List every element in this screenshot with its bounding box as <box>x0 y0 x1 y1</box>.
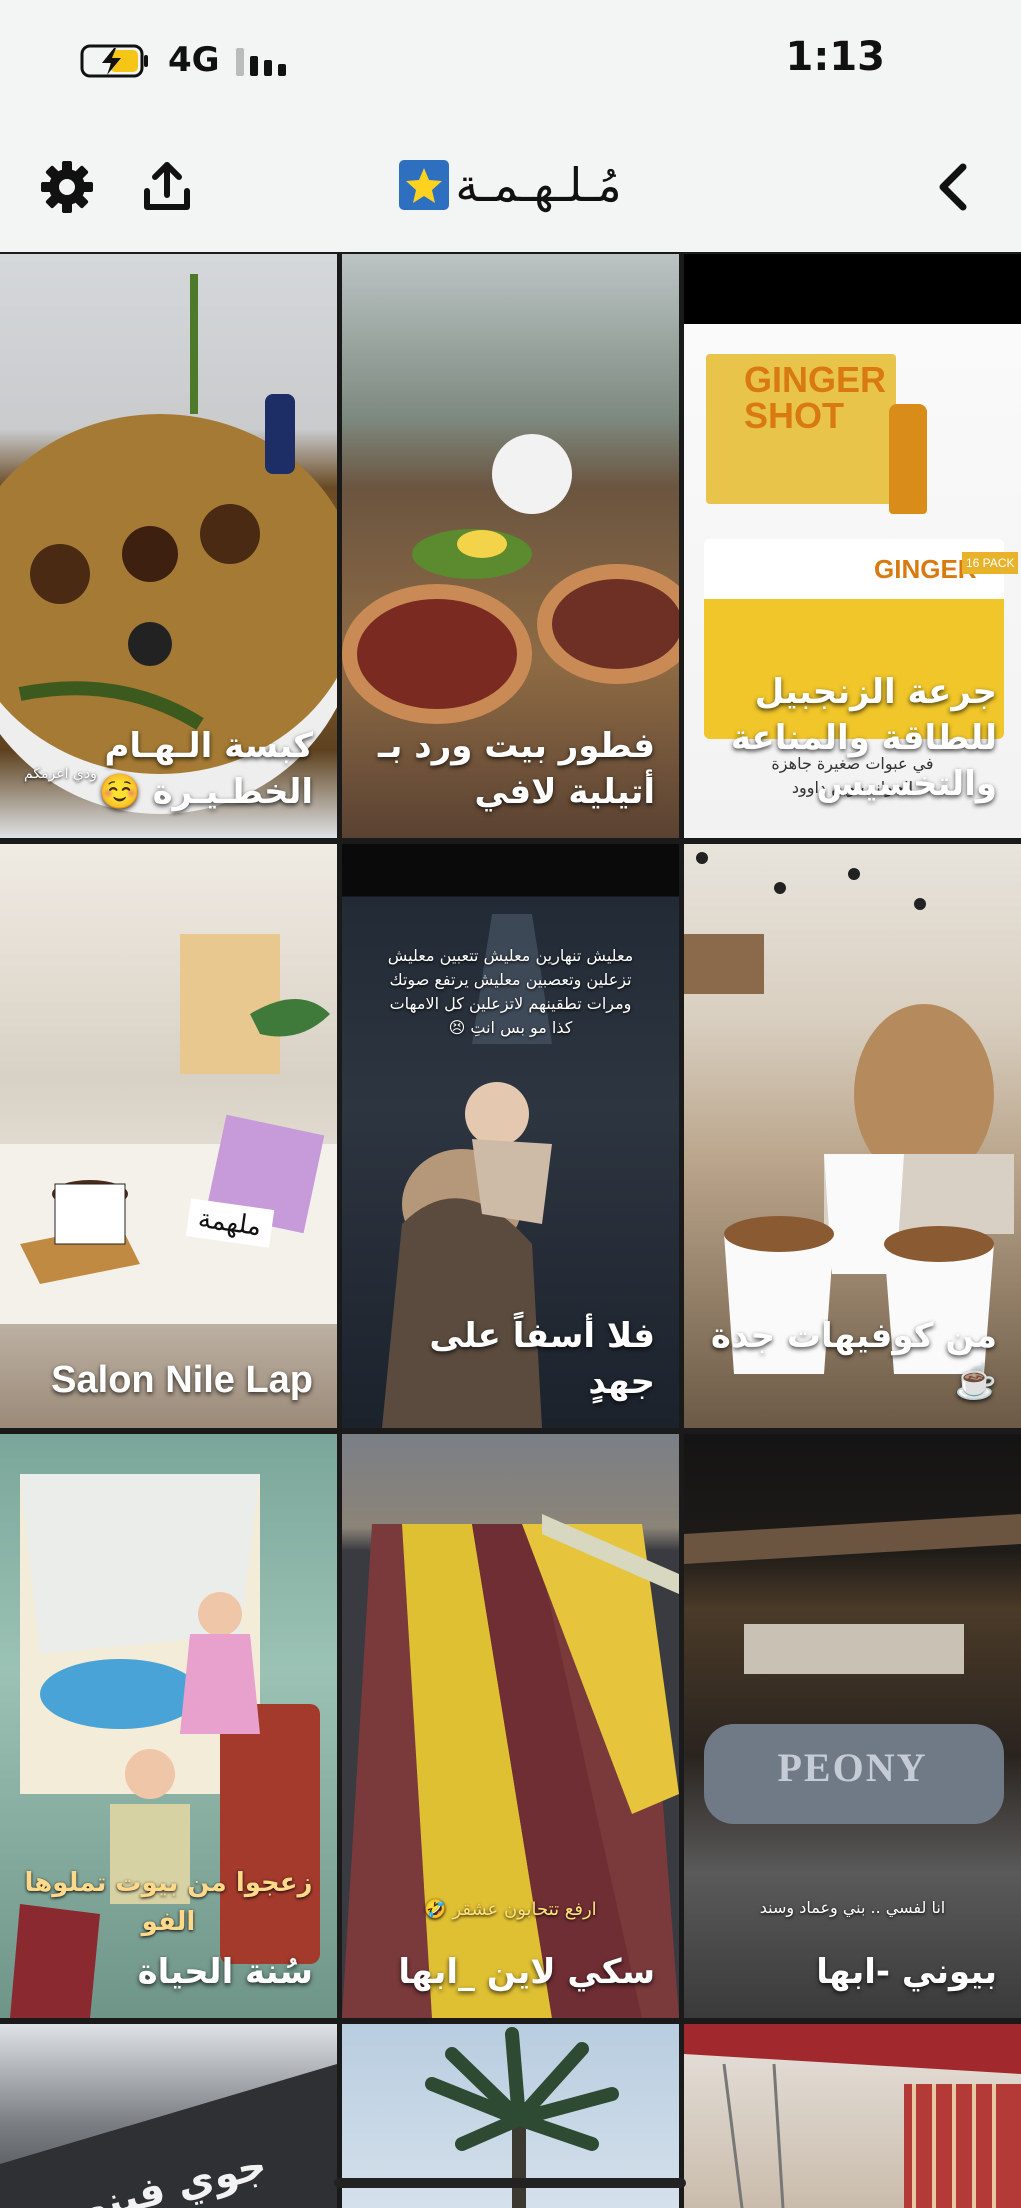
story-title: مُـلـهـمـة <box>0 150 1021 220</box>
home-indicator[interactable] <box>334 2178 686 2188</box>
product-badge: 16 PACK <box>962 552 1019 574</box>
cafe-sign: PEONY <box>777 1745 928 1790</box>
story-tile-ginger-shot[interactable]: GINGER SHOT GINGER 16 PACK في عبوات صغير… <box>684 254 1021 838</box>
back-button[interactable] <box>918 152 988 222</box>
signal-icon <box>236 48 286 76</box>
story-tile-salon[interactable]: ملهمة Salon Nile Lap <box>0 844 337 1428</box>
tile-caption: كبسة الـهـام الخطـيـرة ☺️ <box>98 726 313 813</box>
story-tile-jeddah-coffee[interactable]: من كوفيهات جدة ☕️ <box>684 844 1021 1428</box>
tile-caption: من كوفيهات جدة ☕️ <box>710 1316 997 1403</box>
story-tile-kabsa[interactable]: ودي اعزمكم كبسة الـهـام الخطـيـرة ☺️ <box>0 254 337 838</box>
tile-overlay-text: انا لفسي .. بني وعماد وسند <box>759 1898 946 1917</box>
tile-caption: فلا أسفاً على جهدٍ <box>429 1316 655 1403</box>
product-title: GINGER SHOT <box>744 359 887 436</box>
story-tile-mother[interactable]: معليش تنهارين معليش تتعبين معليش تزعلين … <box>342 844 679 1428</box>
tile-overlay-text: ارفع تتحابون عشقر 🤣 <box>424 1899 597 1920</box>
tile-caption: سُنة الحياة <box>137 1952 313 1993</box>
story-tile-breakfast[interactable]: فطور بيت ورد بـ أتيلية لافي <box>342 254 679 838</box>
slide-image <box>342 1514 679 2018</box>
tile-caption: بيوني -ابها <box>816 1952 997 1993</box>
star-icon <box>399 160 450 210</box>
story-tile-joy-fino[interactable]: جوي فينو <box>0 2024 337 2208</box>
product-bottle <box>889 404 927 514</box>
cafe-interior-image <box>0 934 337 1324</box>
chevron-left-icon <box>939 163 967 211</box>
tile-caption: Salon Nile Lap <box>51 1358 313 1401</box>
story-tile-tent[interactable] <box>684 2024 1021 2208</box>
tile-overlay-text: زعجوا من بيوت تملوها الفو <box>24 1868 313 1937</box>
peony-cafe-image <box>684 1514 1021 1824</box>
tent-image <box>684 2024 1021 2208</box>
network-type: 4G <box>168 40 220 80</box>
tile-overlay-text: معليش تنهارين معليش تتعبين معليش تزعلين … <box>387 946 634 1037</box>
story-tile-peony[interactable]: PEONY انا لفسي .. بني وعماد وسند بيوني -… <box>684 1434 1021 2018</box>
story-tile-sunnat-alhayat[interactable]: زعجوا من بيوت تملوها الفو سُنة الحياة <box>0 1434 337 2018</box>
title-text: مُـلـهـمـة <box>455 158 622 212</box>
tile-caption: جرعة الزنجبيل للطاقة والمناعة والتخسيس <box>730 672 997 805</box>
battery-icon <box>80 44 148 78</box>
clock: 1:13 <box>785 34 886 80</box>
tile-caption: سكي لاين _ابها <box>398 1952 655 1993</box>
story-header: مُـلـهـمـة <box>0 120 1021 252</box>
status-bar: 4G 1:13 <box>0 0 1021 120</box>
tile-caption: فطور بيت ورد بـ أتيلية لافي <box>378 726 655 813</box>
stories-grid: ودي اعزمكم كبسة الـهـام الخطـيـرة ☺️ فطو… <box>0 252 1021 2208</box>
story-tile-sky-line[interactable]: ارفع تتحابون عشقر 🤣 سكي لاين _ابها <box>342 1434 679 2018</box>
